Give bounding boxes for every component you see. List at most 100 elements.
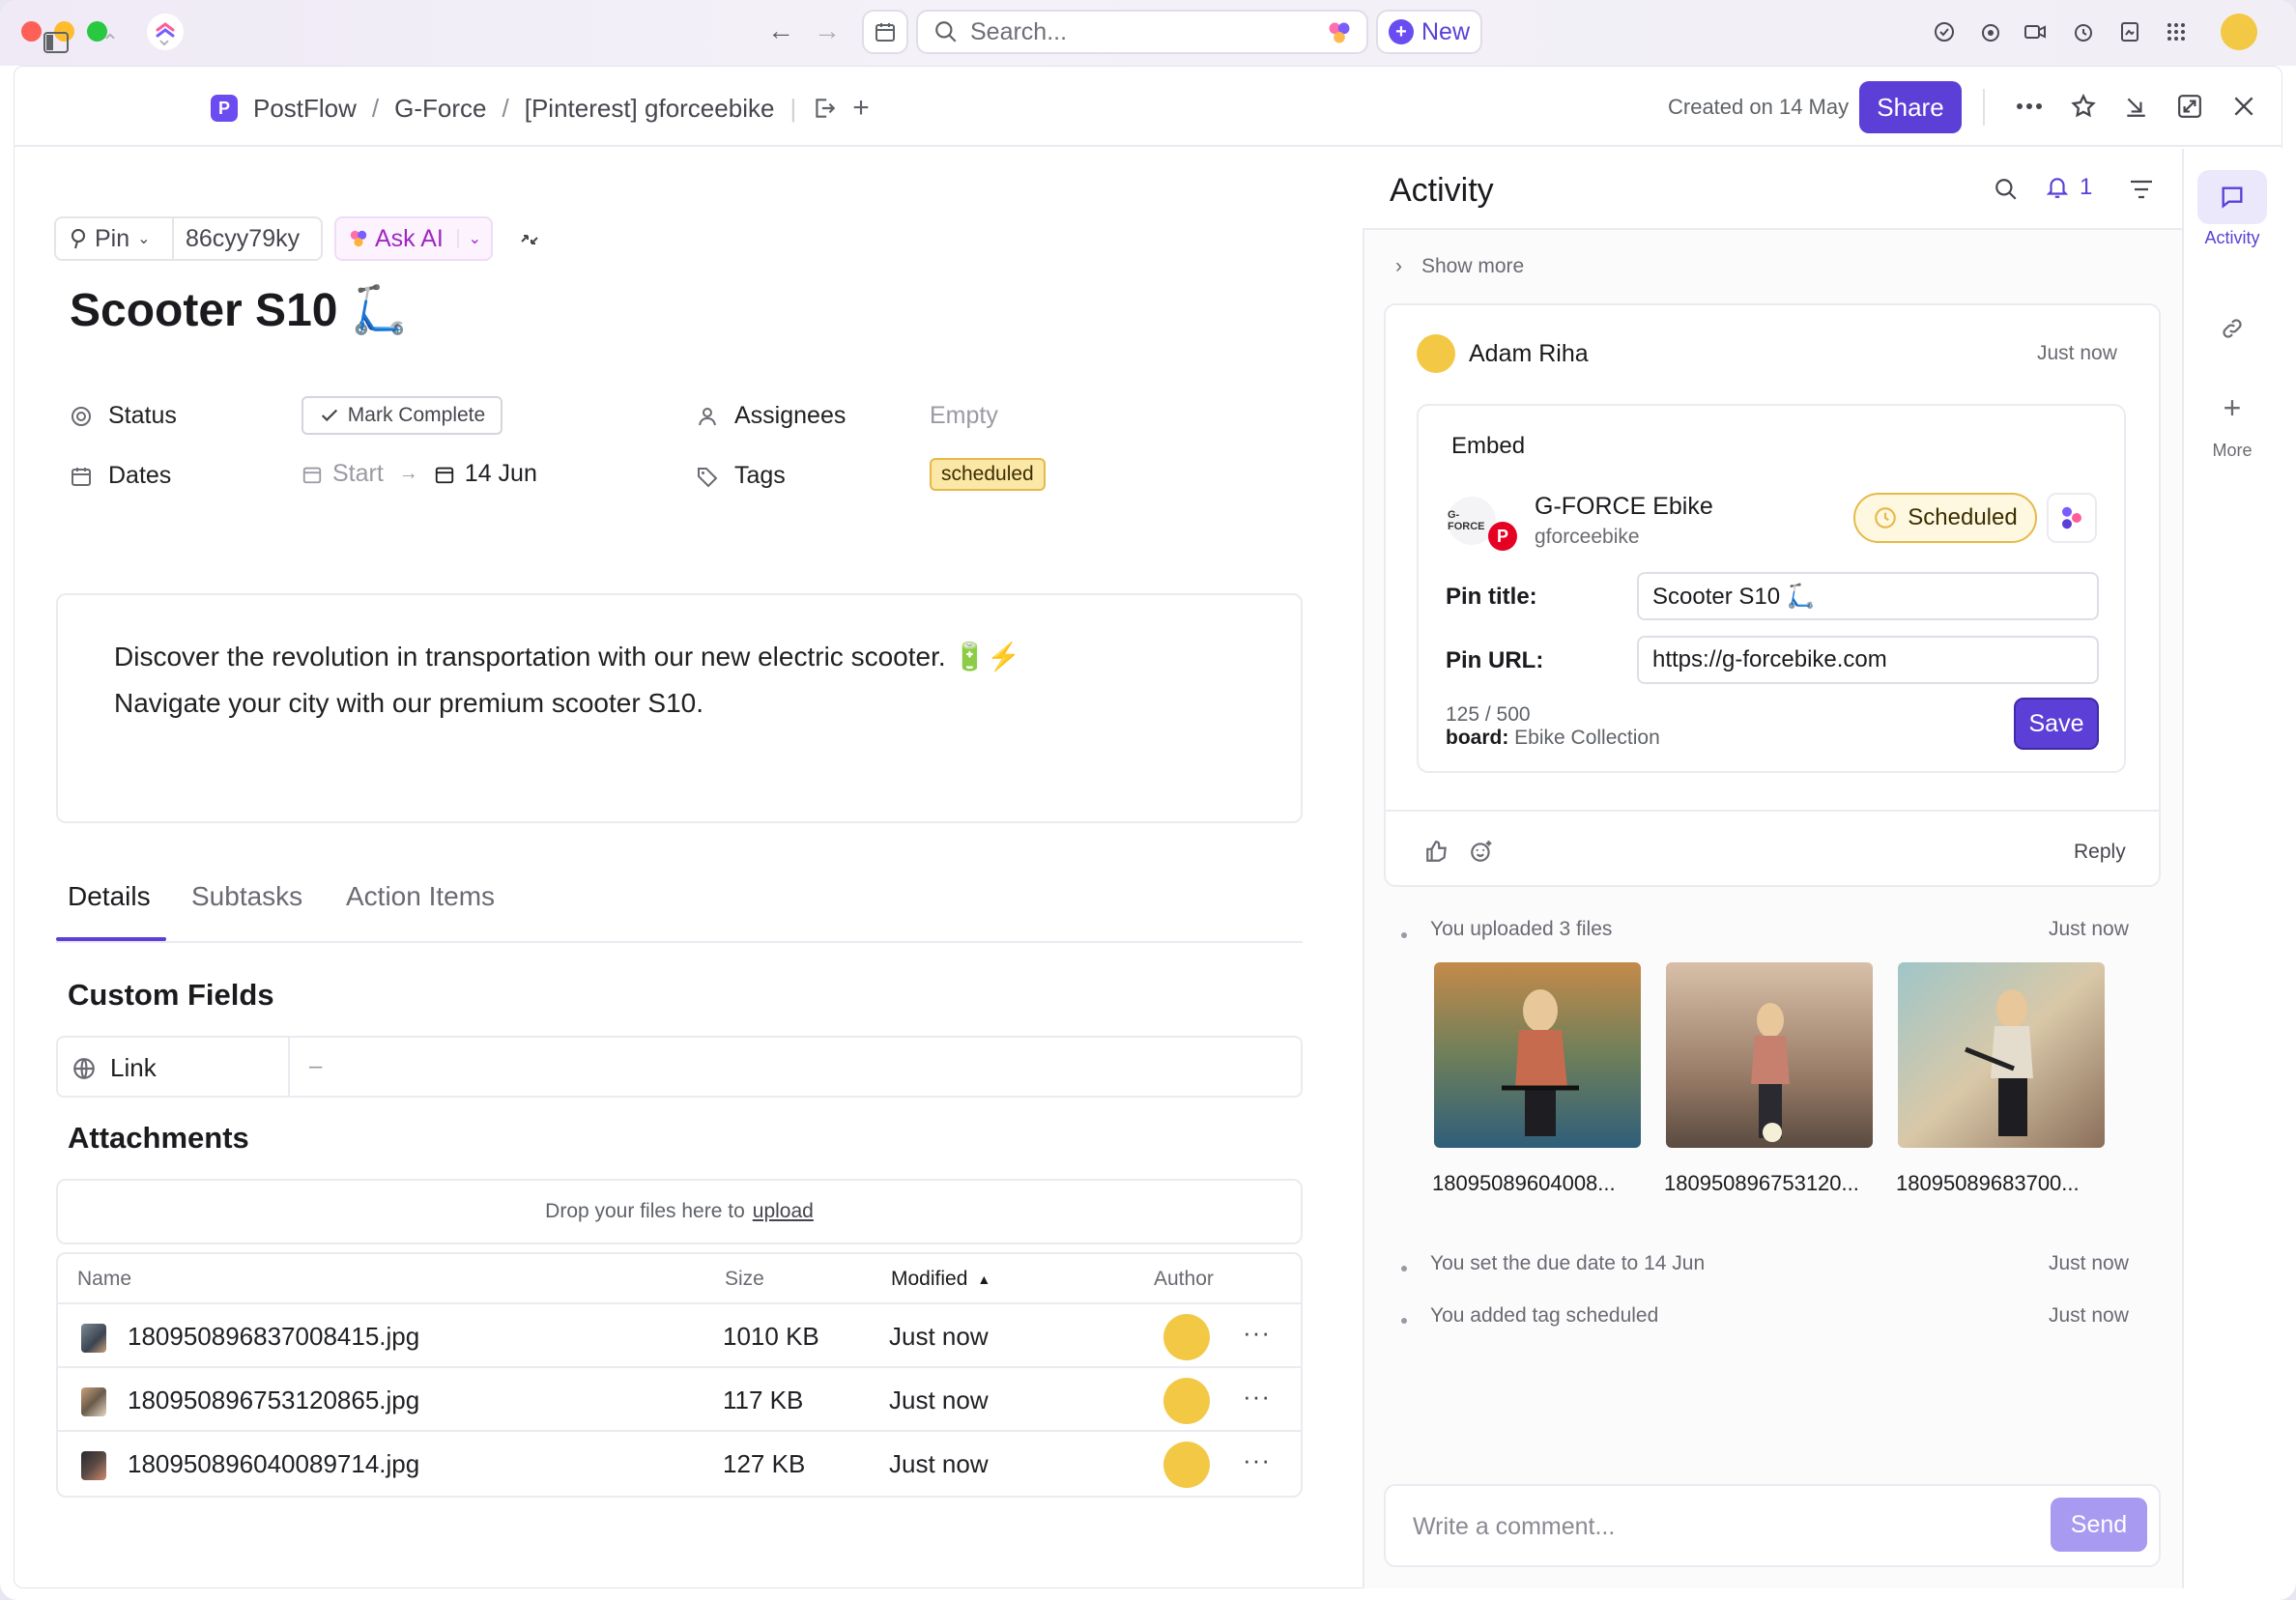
- send-button[interactable]: Send: [2051, 1498, 2147, 1552]
- row-more-icon[interactable]: ···: [1243, 1445, 1271, 1475]
- scheduled-status-badge[interactable]: Scheduled: [1853, 493, 2037, 543]
- uploaded-file-name[interactable]: 18095089604008...: [1432, 1171, 1616, 1196]
- row-more-icon[interactable]: ···: [1243, 1382, 1271, 1412]
- tab-subtasks[interactable]: Subtasks: [191, 881, 302, 912]
- more-options-icon[interactable]: [2014, 91, 2045, 122]
- task-type-selector[interactable]: Pin ⌄: [54, 216, 174, 261]
- assignees-value[interactable]: Empty: [930, 402, 998, 430]
- uploaded-file-name[interactable]: 180950896753120...: [1664, 1171, 1859, 1196]
- save-button[interactable]: Save: [2014, 698, 2099, 750]
- mark-complete-label: Mark Complete: [347, 404, 486, 426]
- column-header-name[interactable]: Name: [77, 1268, 131, 1291]
- new-button[interactable]: + New: [1376, 10, 1482, 54]
- row-more-icon[interactable]: ···: [1243, 1318, 1271, 1348]
- show-more-label: Show more: [1421, 255, 1525, 277]
- file-drop-zone[interactable]: Drop your files here to upload: [56, 1179, 1303, 1244]
- thumbs-up-icon[interactable]: [1422, 837, 1451, 866]
- apps-grid-icon[interactable]: [2161, 16, 2192, 47]
- task-id[interactable]: 86cyy79ky: [172, 216, 323, 261]
- comment-input[interactable]: Write a comment...: [1384, 1484, 2161, 1567]
- uploaded-file-name[interactable]: 18095089683700...: [1896, 1171, 2080, 1196]
- breadcrumb-folder[interactable]: G-Force: [394, 94, 486, 124]
- app-integration-button[interactable]: [2047, 493, 2097, 543]
- board-info: board: Ebike Collection: [1446, 727, 1660, 750]
- alarm-clock-icon[interactable]: [2068, 16, 2099, 47]
- breadcrumb-list[interactable]: [Pinterest] gforceebike: [525, 94, 775, 124]
- minimize-task-icon[interactable]: [2120, 91, 2151, 122]
- file-name[interactable]: 180950896753120865.jpg: [128, 1386, 419, 1415]
- page-title[interactable]: Scooter S10 🛴: [70, 282, 409, 337]
- back-arrow-icon[interactable]: ←: [763, 14, 798, 48]
- search-input[interactable]: Search...: [916, 10, 1368, 54]
- sidebar-toggle-icon[interactable]: [41, 27, 72, 58]
- notifications-button[interactable]: 1: [2045, 174, 2092, 201]
- custom-field-label: Link: [72, 1053, 157, 1083]
- chevron-down-icon[interactable]: ⌄: [456, 229, 491, 248]
- upload-link[interactable]: upload: [753, 1200, 814, 1223]
- uploaded-image-thumbnail[interactable]: [1666, 962, 1873, 1148]
- file-name[interactable]: 180950896040089714.jpg: [128, 1449, 419, 1479]
- pin-title-input[interactable]: Scooter S10 🛴: [1637, 572, 2099, 620]
- start-date-placeholder[interactable]: Start: [332, 460, 384, 488]
- record-icon[interactable]: [1975, 16, 2006, 47]
- share-button[interactable]: Share: [1859, 81, 1962, 133]
- task-description[interactable]: Discover the revolution in transportatio…: [56, 593, 1303, 823]
- column-header-modified[interactable]: Modified ▲: [891, 1268, 990, 1291]
- calendar-button[interactable]: [862, 10, 908, 54]
- due-date[interactable]: 14 Jun: [465, 460, 537, 488]
- ask-ai-button[interactable]: Ask AI ⌄: [334, 216, 493, 261]
- pin-icon: [72, 229, 85, 249]
- custom-field-link[interactable]: Link –: [56, 1036, 1303, 1098]
- plus-icon: +: [1388, 19, 1414, 44]
- table-row[interactable]: 180950896753120865.jpg 117 KB Just now ·…: [58, 1366, 1301, 1430]
- video-icon[interactable]: [2020, 16, 2051, 47]
- forward-arrow-icon[interactable]: →: [810, 14, 845, 48]
- column-header-author[interactable]: Author: [1154, 1268, 1214, 1291]
- mark-complete-button[interactable]: Mark Complete: [301, 396, 502, 435]
- chevron-up-icon[interactable]: ⌃: [95, 27, 126, 58]
- commenter-name[interactable]: Adam Riha: [1469, 340, 1589, 368]
- arrow-right-icon: →: [398, 463, 418, 484]
- reply-button[interactable]: Reply: [2074, 841, 2126, 864]
- breadcrumb-separator: /: [371, 93, 380, 123]
- close-icon[interactable]: [2228, 91, 2259, 122]
- ai-sparkle-icon[interactable]: [1326, 19, 1353, 46]
- uploaded-image-thumbnail[interactable]: [1898, 962, 2105, 1148]
- person-icon: [694, 403, 721, 430]
- table-row[interactable]: 180950896837008415.jpg 1010 KB Just now …: [58, 1302, 1301, 1366]
- task-automation-icon[interactable]: [514, 224, 545, 255]
- column-header-size[interactable]: Size: [725, 1268, 764, 1291]
- right-rail: [2182, 149, 2282, 1588]
- activity-rail-button[interactable]: [2197, 170, 2267, 224]
- filter-icon[interactable]: [2126, 174, 2157, 205]
- chevron-down-icon: ⌄: [137, 231, 151, 247]
- add-reaction-icon[interactable]: [1467, 837, 1496, 866]
- link-value[interactable]: –: [309, 1053, 322, 1080]
- move-task-icon[interactable]: [812, 96, 837, 121]
- check-circle-icon[interactable]: [1929, 16, 1960, 47]
- file-name[interactable]: 180950896837008415.jpg: [128, 1322, 419, 1352]
- expand-icon[interactable]: [2174, 91, 2205, 122]
- pin-url-input[interactable]: https://g-forcebike.com: [1637, 636, 2099, 684]
- tab-action-items[interactable]: Action Items: [346, 881, 495, 912]
- docs-icon[interactable]: [2114, 16, 2145, 47]
- breadcrumb-space[interactable]: PostFlow: [253, 94, 357, 124]
- chevron-down-icon[interactable]: ⌄: [149, 23, 180, 54]
- feed-timestamp: Just now: [2049, 918, 2129, 940]
- user-avatar[interactable]: [2221, 14, 2257, 50]
- tag-scheduled[interactable]: scheduled: [930, 458, 1046, 491]
- uploaded-image-thumbnail[interactable]: [1434, 962, 1641, 1148]
- more-rail-button[interactable]: +: [2197, 381, 2267, 435]
- show-more-button[interactable]: › Show more: [1395, 255, 1524, 278]
- search-icon[interactable]: [1991, 174, 2022, 205]
- link-rail-button[interactable]: [2197, 301, 2267, 356]
- tags-label: Tags: [694, 462, 786, 490]
- star-icon[interactable]: [2068, 91, 2099, 122]
- feed-item-tag: You added tag scheduled: [1430, 1304, 1659, 1327]
- tab-details[interactable]: Details: [68, 881, 151, 912]
- dates-value[interactable]: Start → 14 Jun: [301, 460, 537, 488]
- add-icon[interactable]: +: [852, 92, 870, 125]
- table-row[interactable]: 180950896040089714.jpg 127 KB Just now ·…: [58, 1430, 1301, 1494]
- search-icon: [935, 21, 957, 43]
- close-window-button[interactable]: [21, 21, 42, 42]
